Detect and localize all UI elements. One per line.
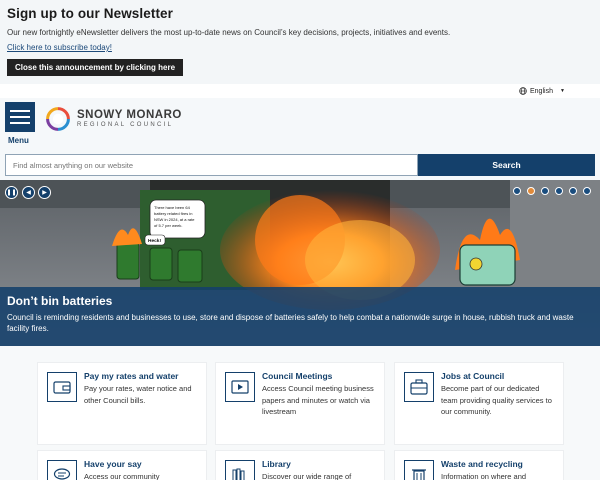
hero-carousel: There have been 64 battery related fires…: [0, 180, 600, 346]
card-description: Pay your rates, water notice and other C…: [84, 384, 192, 405]
video-play-icon: [225, 372, 255, 402]
card-description: Access our community: [84, 472, 160, 480]
newsletter-announcement: Sign up to our Newsletter Our new fortni…: [0, 0, 600, 84]
announcement-body: Our new fortnightly eNewsletter delivers…: [7, 28, 451, 37]
slide-indicator-dot[interactable]: [527, 187, 535, 195]
card-title: Library: [262, 459, 291, 469]
pause-icon: ❚❚: [6, 190, 17, 196]
quick-links: Pay my rates and water Pay your rates, w…: [0, 346, 600, 480]
menu-label[interactable]: Menu: [8, 136, 29, 145]
card-description: Become part of our dedicated team provid…: [441, 384, 552, 416]
card-title: Council Meetings: [262, 371, 333, 381]
globe-icon: [519, 87, 527, 95]
site-header: Menu SNOWY MONARO REGIONAL COUNCIL Searc…: [0, 98, 600, 180]
next-slide-button[interactable]: ▶: [38, 186, 51, 199]
hamburger-bar: [10, 122, 30, 124]
hero-caption: Don’t bin batteries Council is reminding…: [0, 287, 600, 346]
card-title: Waste and recycling: [441, 459, 523, 469]
logo-mark-icon: [46, 107, 70, 131]
card-have-your-say[interactable]: Have your say Access our community: [37, 450, 207, 480]
search-button[interactable]: Search: [418, 154, 595, 176]
books-icon: [225, 460, 255, 480]
council-logo[interactable]: SNOWY MONARO REGIONAL COUNCIL: [45, 106, 182, 132]
slide-indicators: [513, 187, 591, 195]
wallet-icon: [47, 372, 77, 402]
slide-indicator-dot[interactable]: [569, 187, 577, 195]
chevron-right-icon: ▶: [42, 190, 47, 196]
card-waste-recycling[interactable]: Waste and recycling Information on where…: [394, 450, 564, 480]
language-selector[interactable]: English ▼: [512, 84, 568, 98]
card-library[interactable]: Library Discover our wide range of: [215, 450, 385, 480]
hero-title[interactable]: Don’t bin batteries: [7, 294, 593, 308]
hamburger-icon: [10, 110, 30, 112]
close-announcement-button[interactable]: Close this announcement by clicking here: [7, 59, 184, 76]
logo-subtitle: REGIONAL COUNCIL: [77, 121, 174, 128]
speech-bubble-icon: [47, 460, 77, 480]
chevron-down-icon: ▼: [559, 88, 565, 94]
card-description: Information on where and: [441, 472, 527, 480]
slide-indicator-dot[interactable]: [583, 187, 591, 195]
slide-indicator-dot[interactable]: [541, 187, 549, 195]
previous-slide-button[interactable]: ◀: [22, 186, 35, 199]
trash-bin-icon: [404, 460, 434, 480]
pause-button[interactable]: ❚❚: [5, 186, 18, 199]
slide-indicator-dot[interactable]: [555, 187, 563, 195]
card-title: Pay my rates and water: [84, 371, 179, 381]
slide-indicator-dot[interactable]: [513, 187, 521, 195]
search-input[interactable]: [5, 154, 418, 176]
chevron-left-icon: ◀: [26, 190, 31, 196]
card-title: Have your say: [84, 459, 142, 469]
hamburger-bar: [10, 116, 30, 118]
hero-description: Council is reminding residents and busin…: [7, 313, 574, 333]
briefcase-icon: [404, 372, 434, 402]
svg-text:Heck!: Heck!: [148, 238, 161, 244]
card-jobs[interactable]: Jobs at Council Become part of our dedic…: [394, 362, 564, 445]
subscribe-link[interactable]: Click here to subscribe today!: [7, 43, 593, 52]
menu-button[interactable]: [5, 102, 35, 132]
announcement-title: Sign up to our Newsletter: [7, 6, 174, 21]
card-description: Access Council meeting business papers a…: [262, 384, 374, 416]
card-pay-rates[interactable]: Pay my rates and water Pay your rates, w…: [37, 362, 207, 445]
card-council-meetings[interactable]: Council Meetings Access Council meeting …: [215, 362, 385, 445]
speech-bubble-graphic: There have been 64 battery related fires…: [144, 199, 206, 246]
language-label: English: [530, 87, 553, 95]
card-title: Jobs at Council: [441, 371, 505, 381]
logo-title: SNOWY MONARO: [77, 108, 182, 121]
card-description: Discover our wide range of: [262, 472, 352, 480]
